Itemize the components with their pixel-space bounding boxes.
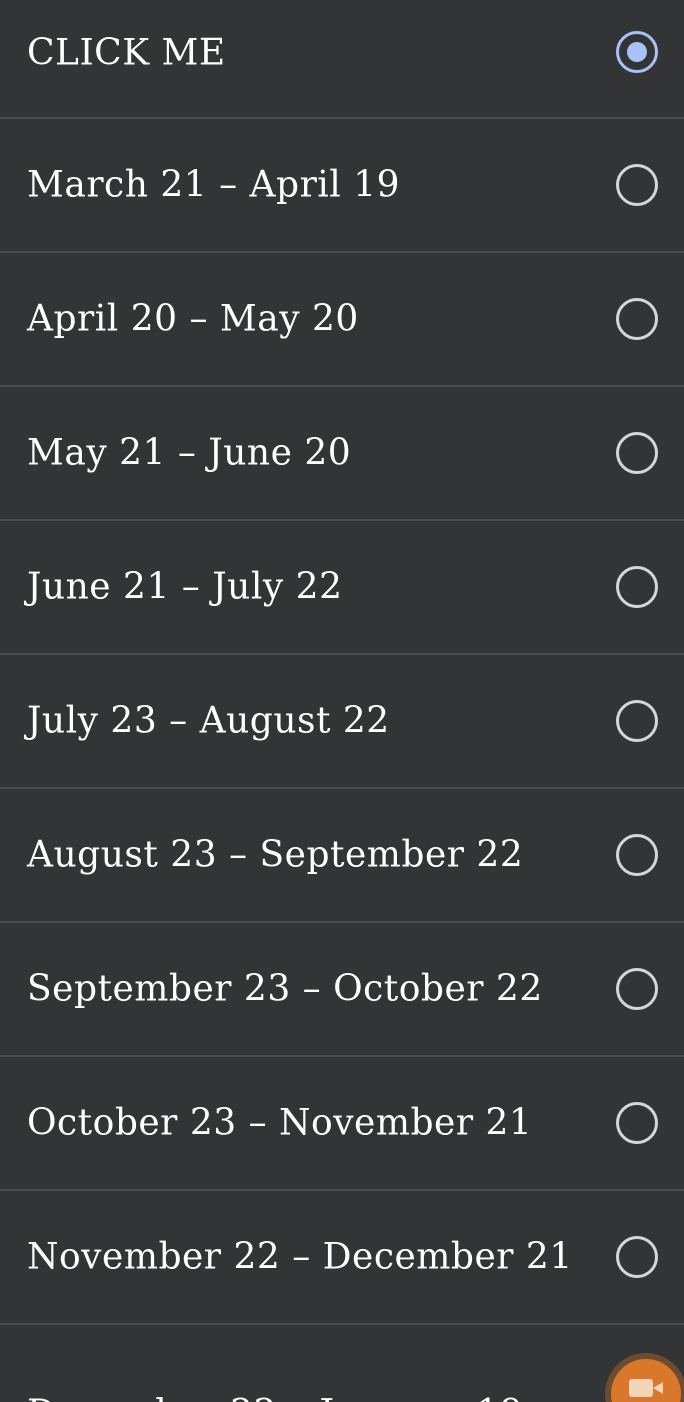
option-row-libra[interactable]: September 23 – October 22 xyxy=(0,923,684,1057)
radio-unselected-icon[interactable] xyxy=(616,1236,658,1278)
radio-unselected-icon[interactable] xyxy=(616,1102,658,1144)
radio-unselected-icon[interactable] xyxy=(616,700,658,742)
video-camera-icon xyxy=(629,1379,663,1397)
option-label: March 21 – April 19 xyxy=(27,164,401,206)
option-label: May 21 – June 20 xyxy=(27,432,352,474)
option-label: September 23 – October 22 xyxy=(27,968,543,1010)
option-row-leo[interactable]: July 23 – August 22 xyxy=(0,655,684,789)
radio-unselected-icon[interactable] xyxy=(616,566,658,608)
radio-unselected-icon[interactable] xyxy=(616,298,658,340)
option-label: October 23 – November 21 xyxy=(27,1102,533,1144)
option-row-sagittarius[interactable]: November 22 – December 21 xyxy=(0,1191,684,1325)
option-label: August 23 – September 22 xyxy=(27,834,524,876)
option-list-sheet: CLICK ME March 21 – April 19 April 20 – … xyxy=(0,0,684,1402)
option-label: June 21 – July 22 xyxy=(27,566,343,608)
option-row-scorpio[interactable]: October 23 – November 21 xyxy=(0,1057,684,1191)
option-label: CLICK ME xyxy=(27,32,226,74)
option-row-cancer[interactable]: June 21 – July 22 xyxy=(0,521,684,655)
option-row-aries[interactable]: March 21 – April 19 xyxy=(0,119,684,253)
option-label: November 22 – December 21 xyxy=(27,1236,573,1278)
option-row-gemini[interactable]: May 21 – June 20 xyxy=(0,387,684,521)
option-label: July 23 – August 22 xyxy=(27,700,390,742)
option-row-virgo[interactable]: August 23 – September 22 xyxy=(0,789,684,923)
option-label: December 22 – January 19 xyxy=(27,1393,523,1402)
radio-unselected-icon[interactable] xyxy=(616,834,658,876)
option-row-click-me[interactable]: CLICK ME xyxy=(0,0,684,119)
option-row-capricorn[interactable]: December 22 – January 19 xyxy=(0,1325,684,1402)
radio-unselected-icon[interactable] xyxy=(616,968,658,1010)
radio-unselected-icon[interactable] xyxy=(616,432,658,474)
option-row-taurus[interactable]: April 20 – May 20 xyxy=(0,253,684,387)
radio-unselected-icon[interactable] xyxy=(616,164,658,206)
radio-selected-icon[interactable] xyxy=(616,31,658,73)
option-label: April 20 – May 20 xyxy=(27,298,359,340)
